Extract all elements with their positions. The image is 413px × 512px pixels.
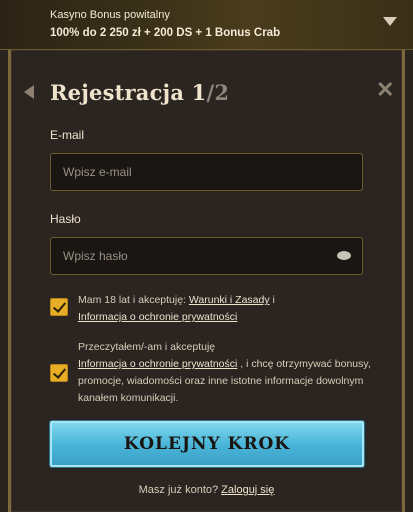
eye-icon[interactable]	[337, 251, 351, 260]
terms-separator: i	[269, 294, 275, 306]
login-prompt: Masz już konto? Zaloguj się	[0, 484, 413, 496]
terms-consent-text: Mam 18 lat i akceptuję: Warunki i Zasady…	[78, 292, 378, 326]
privacy-link[interactable]: Informacja o ochronie prywatności	[78, 311, 237, 323]
terms-text: Mam 18 lat i akceptuję:	[78, 294, 189, 306]
login-prompt-text: Masz już konto?	[138, 484, 222, 496]
terms-checkbox[interactable]	[50, 298, 68, 316]
login-link[interactable]: Zaloguj się	[221, 484, 274, 496]
email-label: E-mail	[50, 128, 85, 142]
terms-link[interactable]: Warunki i Zasady	[189, 294, 270, 306]
marketing-consent-text: Przeczytałem/-am i akceptuję Informacja …	[78, 339, 378, 407]
bonus-title: Kasyno Bonus powitalny	[50, 9, 170, 21]
page-title: Rejestracja 1/2	[50, 80, 229, 105]
password-field[interactable]	[50, 237, 363, 275]
marketing-privacy-link[interactable]: Informacja o ochronie prywatności	[78, 358, 237, 370]
bonus-banner[interactable]: Kasyno Bonus powitalny 100% do 2 250 zł …	[0, 0, 413, 50]
marketing-checkbox[interactable]	[50, 364, 68, 382]
page-title-main: Rejestracja 1	[50, 80, 207, 105]
password-label: Hasło	[50, 212, 81, 226]
email-field[interactable]	[50, 153, 363, 191]
back-arrow-icon[interactable]	[24, 85, 34, 99]
chevron-down-icon[interactable]	[383, 17, 397, 26]
page-title-step-total: /2	[206, 80, 230, 105]
bonus-description: 100% do 2 250 zł + 200 DS + 1 Bonus Crab	[50, 27, 281, 39]
close-icon[interactable]: ✕	[376, 79, 394, 101]
marketing-text-start: Przeczytałem/-am i akceptuję	[78, 341, 216, 353]
next-step-button[interactable]: KOLEJNY KROK	[50, 421, 364, 467]
